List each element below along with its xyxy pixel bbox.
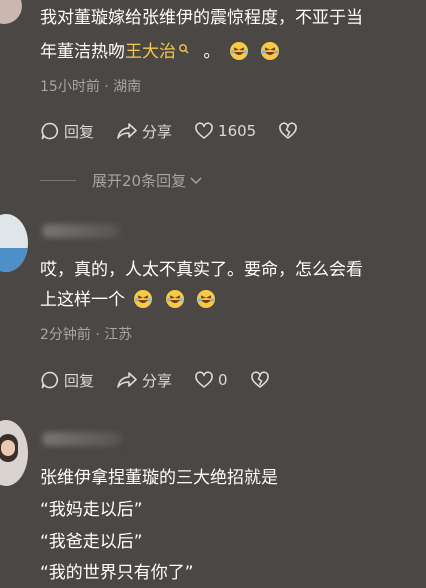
comment-text-line: 张维伊拿捏董璇的三大绝招就是 [40, 468, 278, 488]
commenter-avatar[interactable] [0, 0, 22, 24]
heart-icon [195, 371, 213, 388]
share-icon [117, 123, 137, 139]
reply-button[interactable]: 回复 [40, 121, 94, 142]
share-button[interactable]: 分享 [116, 121, 172, 142]
laughing-emoji-icon [165, 290, 184, 308]
commenter-avatar[interactable] [0, 214, 28, 272]
comment-actions: 回复 分享 1605 [40, 120, 324, 142]
expand-replies-label: 展开20条回复 [92, 172, 187, 190]
reply-icon [41, 371, 59, 389]
avatar-image [0, 248, 28, 272]
share-label: 分享 [142, 122, 173, 141]
divider [40, 180, 76, 181]
laughing-emoji-icon [229, 42, 248, 60]
like-count: 1605 [218, 122, 257, 140]
comment-text-line: “我爸走以后” [40, 532, 143, 552]
heart-icon [195, 122, 213, 139]
like-button[interactable]: 1605 [194, 121, 256, 141]
comment-text-line: “我的世界只有你了” [40, 563, 194, 583]
commenter-avatar[interactable] [0, 420, 28, 486]
like-count: 0 [218, 371, 228, 389]
blurred-username [42, 432, 122, 446]
share-label: 分享 [142, 371, 173, 390]
dislike-button[interactable] [278, 121, 302, 141]
share-button[interactable]: 分享 [116, 370, 172, 391]
comment-text-segment: 。 [203, 42, 221, 62]
search-icon [179, 44, 189, 54]
comment-actions: 回复 分享 0 [40, 369, 296, 391]
comment-meta: 2分钟前 · 江苏 [40, 327, 133, 343]
share-icon [117, 372, 137, 388]
broken-heart-icon [250, 371, 269, 388]
broken-heart-icon [279, 122, 298, 139]
search-link[interactable]: 王大治 [125, 42, 176, 62]
reply-button[interactable]: 回复 [40, 370, 94, 391]
reply-label: 回复 [64, 122, 95, 141]
reply-icon [41, 122, 59, 140]
reply-label: 回复 [64, 371, 95, 390]
laughing-emoji-icon [261, 42, 280, 60]
like-button[interactable]: 0 [194, 370, 228, 390]
avatar-image [1, 440, 15, 456]
laughing-emoji-icon [197, 290, 216, 308]
laughing-emoji-icon [134, 290, 153, 308]
blurred-username [42, 224, 120, 238]
comment-text-segment: 年董洁热吻 [40, 42, 125, 62]
comment-text-line: “我妈走以后” [40, 500, 143, 520]
comment-text-line: 我对董璇嫁给张维伊的震惊程度，不亚于当 [40, 8, 363, 28]
comment-text-line: 哎，真的，人太不真实了。要命，怎么会看 [40, 260, 363, 280]
comment-text-line: 上这样一个 [40, 288, 219, 312]
comment-text-segment: 上这样一个 [40, 290, 125, 310]
expand-replies-button[interactable]: 展开20条回复 [40, 170, 203, 191]
comment-meta: 15小时前 · 湖南 [40, 79, 142, 95]
chevron-down-icon [190, 176, 202, 184]
dislike-button[interactable] [250, 370, 274, 390]
comment-text-line: 年董洁热吻王大治 。 [40, 40, 283, 64]
